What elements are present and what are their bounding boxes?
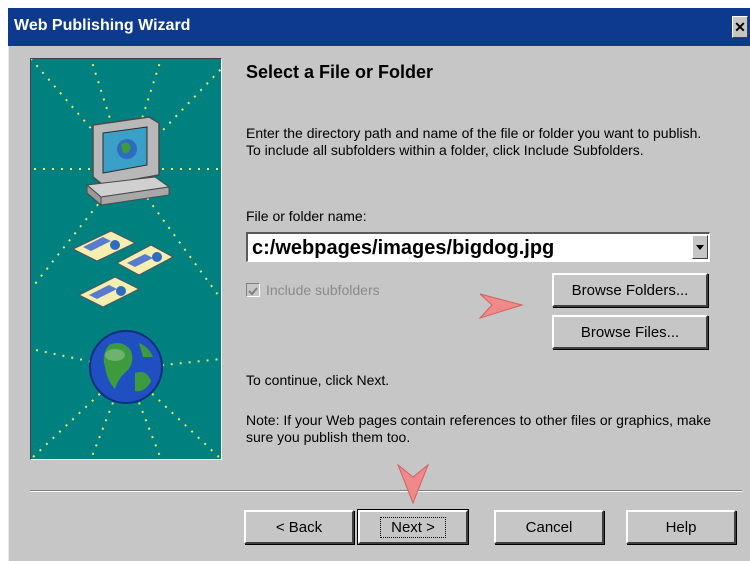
include-subfolders-label: Include subfolders [266,282,380,298]
include-subfolders-checkbox[interactable] [246,283,260,297]
cancel-button[interactable]: Cancel [494,510,604,544]
separator-line [30,490,742,492]
instruction-text: Enter the directory path and name of the… [246,125,702,158]
browse-folders-label: Browse Folders... [571,281,689,299]
next-button[interactable]: Next > [357,509,469,545]
globe-icon [89,330,163,404]
file-folder-combobox[interactable]: c:/webpages/images/bigdog.jpg [246,232,710,262]
page-title: Select a File or Folder [246,62,434,82]
include-subfolders-option[interactable]: Include subfolders [246,280,380,300]
web-page-icon [71,230,175,308]
back-label: < Back [275,518,323,536]
close-icon: ✕ [734,18,746,35]
back-button[interactable]: < Back [244,510,354,544]
browse-files-label: Browse Files... [580,323,680,341]
title-bar[interactable]: Web Publishing Wizard ✕ [8,8,750,46]
dropdown-button[interactable] [692,235,708,259]
browse-folders-button[interactable]: Browse Folders... [552,273,708,307]
chevron-down-icon [696,244,704,250]
arrow-down-icon [396,463,430,505]
file-folder-input[interactable]: c:/webpages/images/bigdog.jpg [252,237,554,260]
help-button[interactable]: Help [626,510,736,544]
note-text: Note: If your Web pages contain referenc… [246,412,712,445]
help-label: Help [665,518,697,536]
arrow-right-icon [478,293,524,320]
illustration-graphic [31,59,221,459]
browse-files-button[interactable]: Browse Files... [552,315,708,349]
wizard-window: Web Publishing Wizard ✕ Select a File or… [8,8,750,561]
window-title: Web Publishing Wizard [14,17,191,34]
close-button[interactable]: ✕ [732,16,748,38]
next-label: Next > [380,516,446,538]
file-folder-label: File or folder name: [246,208,367,224]
checkmark-icon [248,287,258,296]
continue-text: To continue, click Next. [246,372,390,388]
wizard-illustration [30,58,222,460]
computer-icon [85,116,171,207]
cancel-label: Cancel [525,518,573,536]
